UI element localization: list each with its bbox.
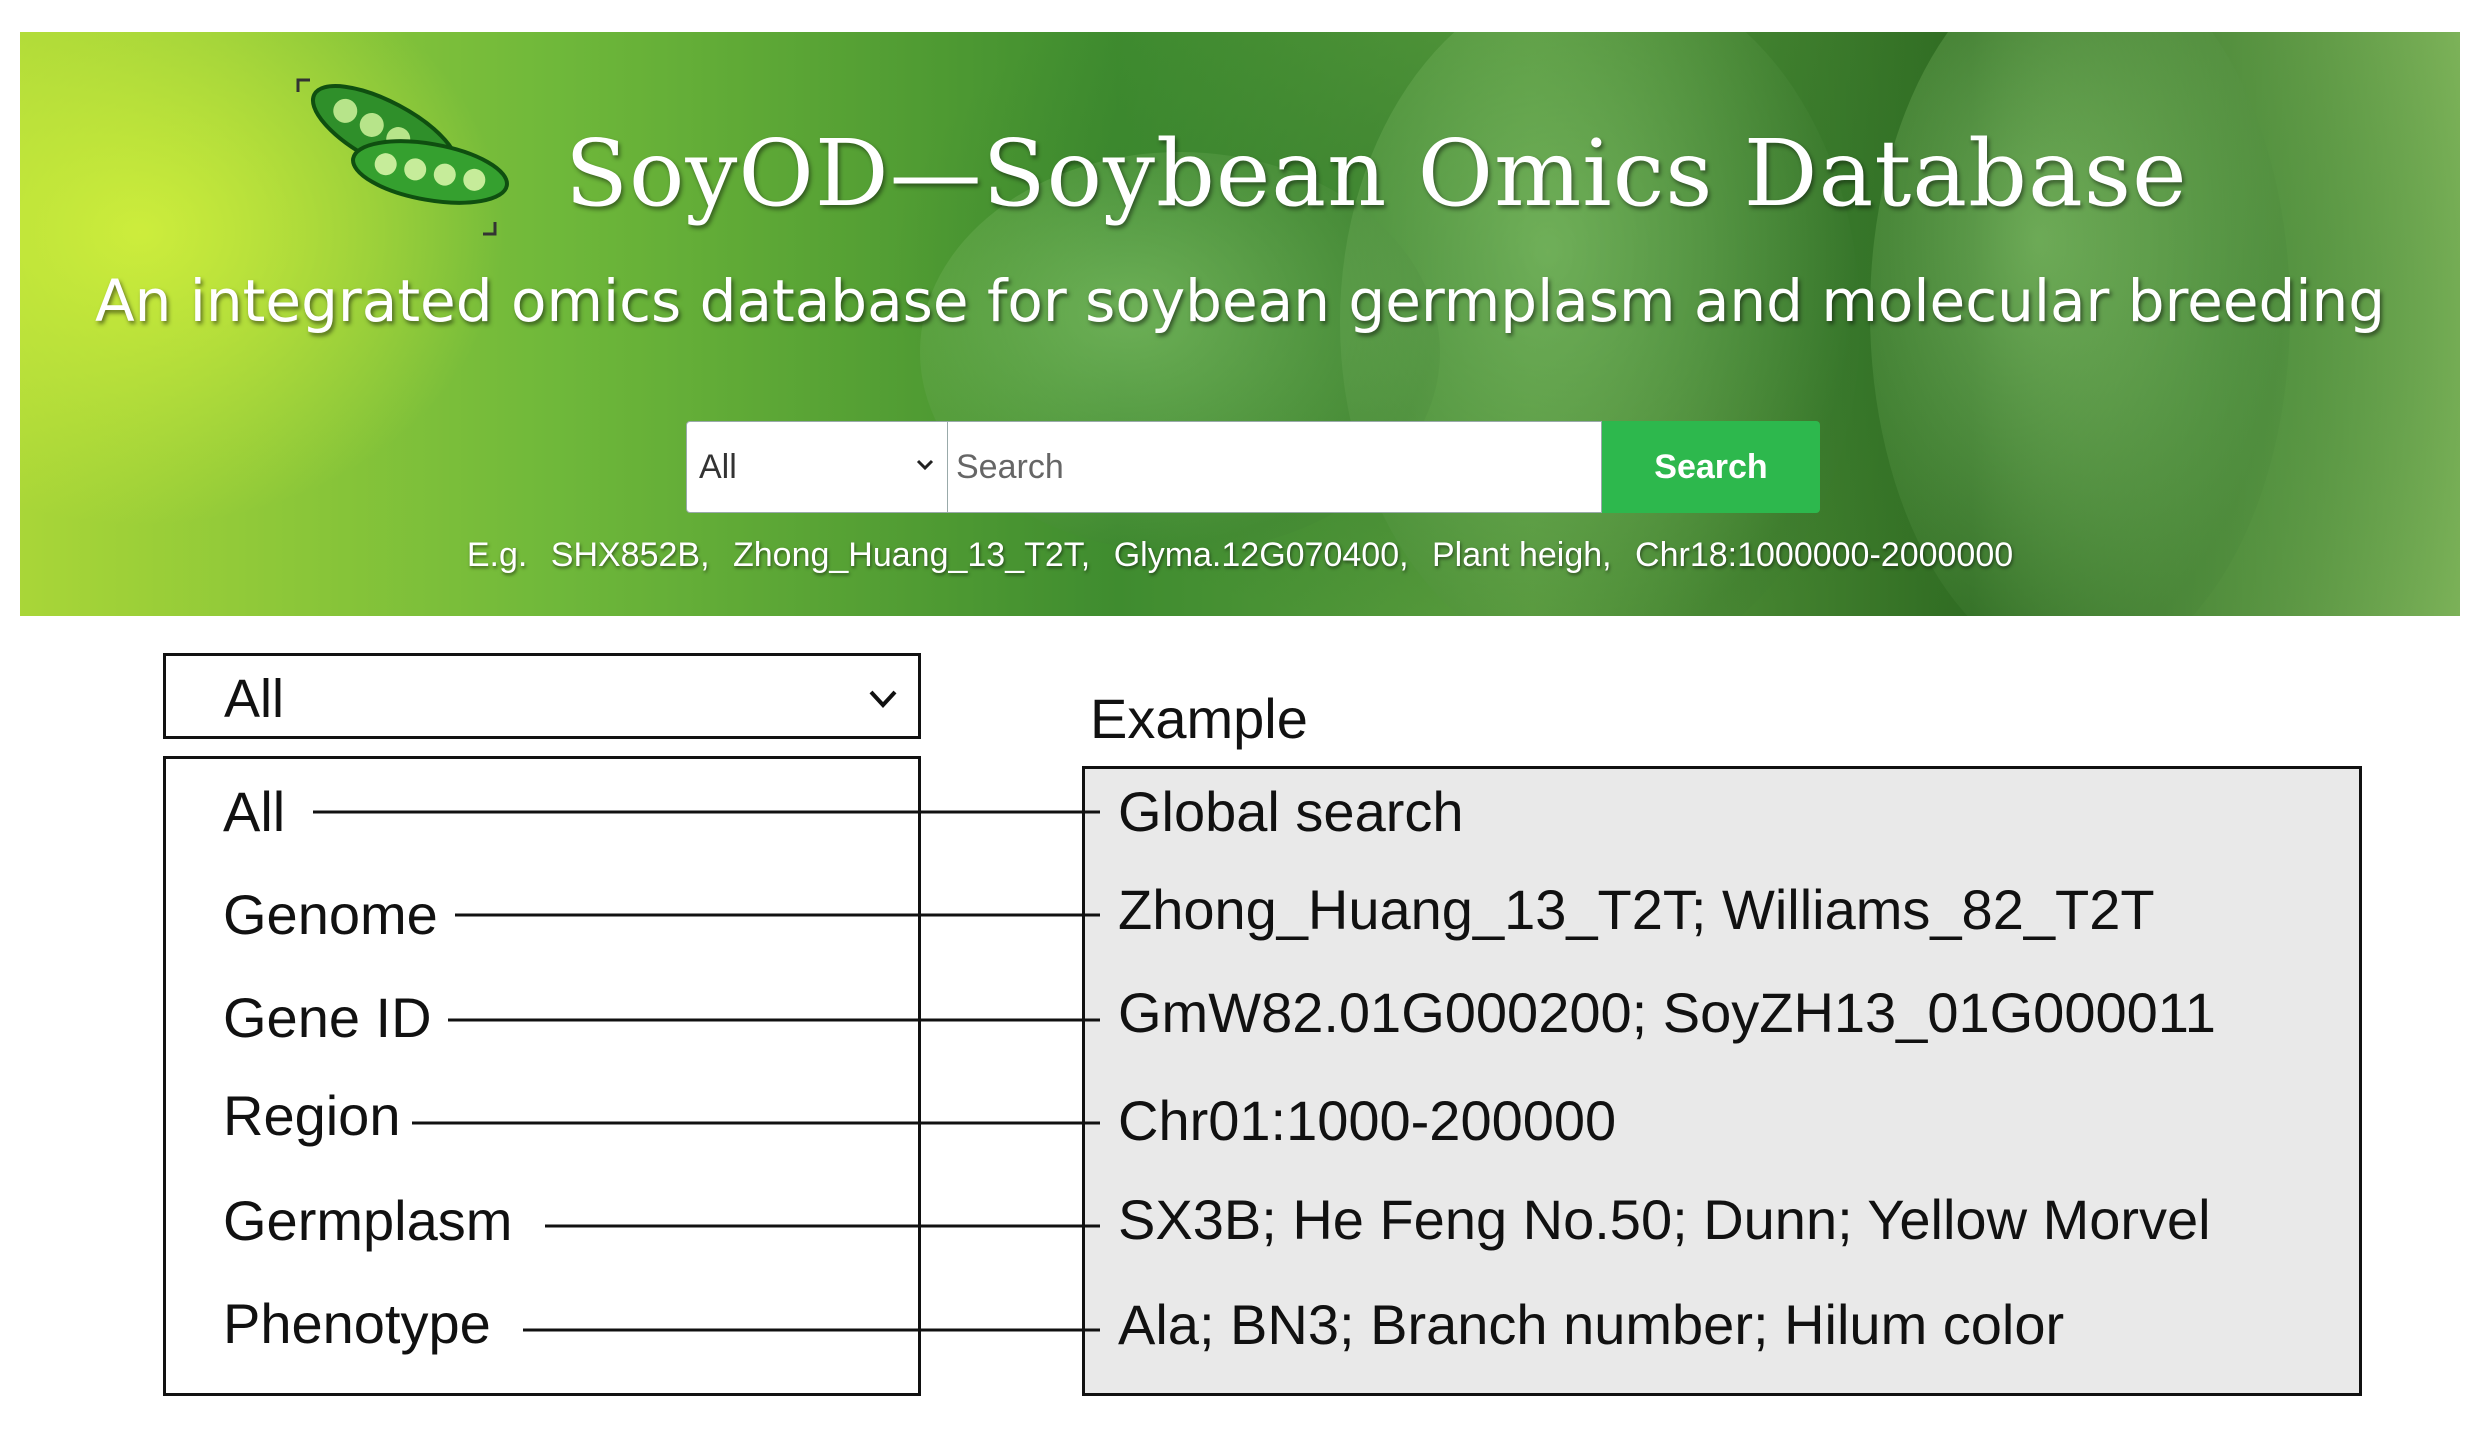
connector-lines xyxy=(313,810,1100,1332)
